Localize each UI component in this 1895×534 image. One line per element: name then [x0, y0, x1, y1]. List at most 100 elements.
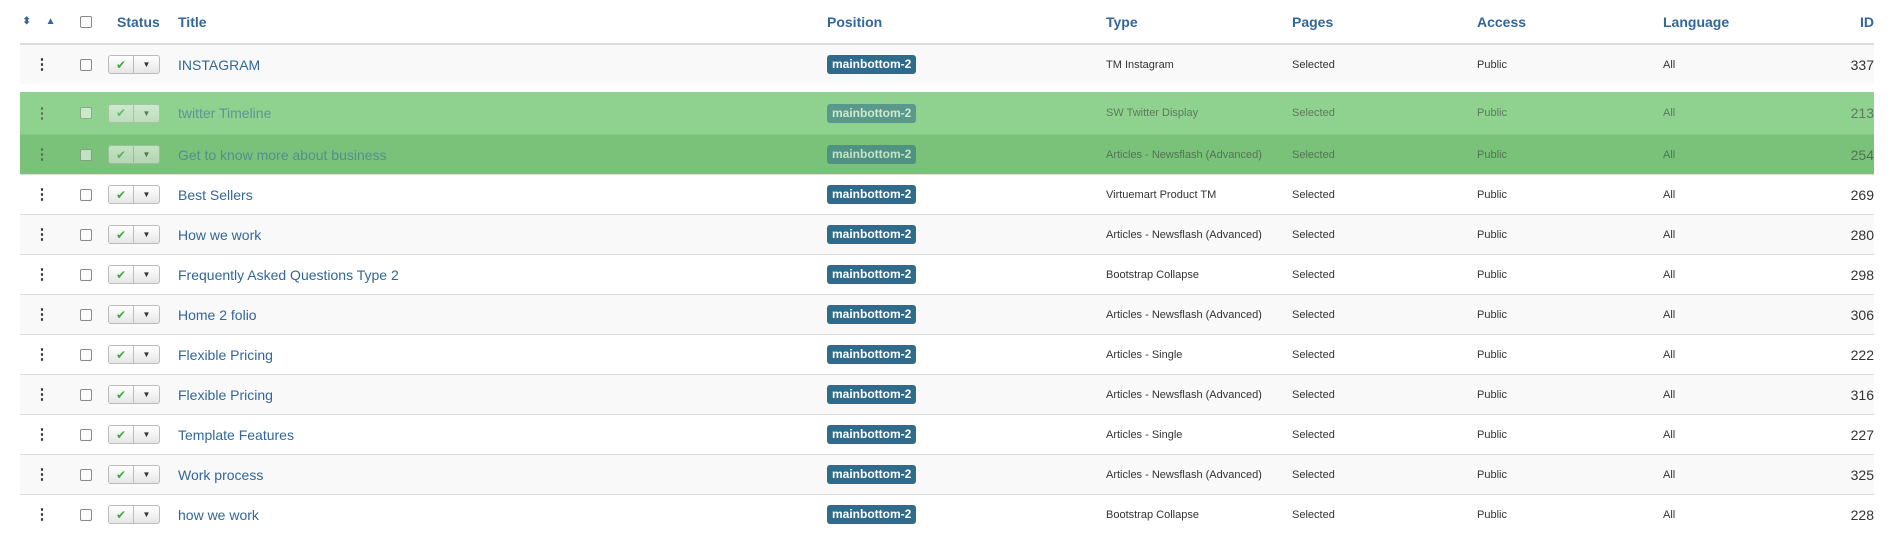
- table-row[interactable]: ⋮ ✔ ▼ Template Features mainbottom-2 Art…: [20, 414, 1874, 454]
- row-checkbox-cell[interactable]: [72, 45, 100, 84]
- drag-handle-cell[interactable]: ⋮: [20, 495, 64, 534]
- row-checkbox[interactable]: [80, 468, 92, 481]
- table-row[interactable]: ⋮ ✔ ▼ Get to know more about business ma…: [20, 134, 1874, 174]
- published-toggle-button[interactable]: ✔: [108, 345, 134, 364]
- header-access[interactable]: Access: [1477, 0, 1657, 43]
- published-toggle-button[interactable]: ✔: [108, 425, 134, 444]
- module-title-link[interactable]: Work process: [178, 467, 263, 483]
- table-row[interactable]: ⋮ ✔ ▼ twitter Timeline mainbottom-2 SW T…: [20, 92, 1874, 134]
- drag-handle-cell[interactable]: ⋮: [20, 215, 64, 254]
- drag-handle-icon[interactable]: ⋮: [35, 387, 50, 402]
- table-row[interactable]: ⋮ ✔ ▼ How we work mainbottom-2 Articles …: [20, 214, 1874, 254]
- actions-dropdown-button[interactable]: ▼: [134, 385, 160, 404]
- row-checkbox-cell[interactable]: [72, 495, 100, 534]
- row-checkbox-cell[interactable]: [72, 455, 100, 494]
- actions-dropdown-button[interactable]: ▼: [134, 185, 160, 204]
- actions-dropdown-button[interactable]: ▼: [134, 265, 160, 284]
- module-title-link[interactable]: how we work: [178, 507, 259, 523]
- published-toggle-button[interactable]: ✔: [108, 185, 134, 204]
- row-checkbox[interactable]: [80, 148, 92, 161]
- row-checkbox[interactable]: [80, 107, 92, 119]
- row-checkbox-cell[interactable]: [72, 375, 100, 414]
- row-checkbox-cell[interactable]: [72, 295, 100, 334]
- actions-dropdown-button[interactable]: ▼: [134, 305, 160, 324]
- header-id[interactable]: ID: [1800, 0, 1874, 43]
- published-toggle-button[interactable]: ✔: [108, 305, 134, 324]
- drag-handle-cell[interactable]: ⋮: [20, 415, 64, 454]
- drag-handle-cell[interactable]: ⋮: [20, 375, 64, 414]
- row-checkbox[interactable]: [80, 348, 92, 361]
- drag-handle-icon[interactable]: ⋮: [35, 106, 50, 121]
- module-title-link[interactable]: Flexible Pricing: [178, 387, 273, 403]
- drag-handle-cell[interactable]: ⋮: [20, 335, 64, 374]
- published-toggle-button[interactable]: ✔: [108, 225, 134, 244]
- drag-handle-icon[interactable]: ⋮: [35, 307, 50, 322]
- module-title-link[interactable]: How we work: [178, 227, 261, 243]
- select-all-checkbox[interactable]: [80, 15, 92, 28]
- header-position[interactable]: Position: [827, 0, 1087, 43]
- published-toggle-button[interactable]: ✔: [108, 385, 134, 404]
- row-checkbox-cell[interactable]: [72, 415, 100, 454]
- drag-handle-icon[interactable]: ⋮: [35, 187, 50, 202]
- row-checkbox-cell[interactable]: [72, 215, 100, 254]
- drag-handle-cell[interactable]: ⋮: [20, 295, 64, 334]
- header-pages[interactable]: Pages: [1292, 0, 1472, 43]
- drag-handle-icon[interactable]: ⋮: [35, 147, 50, 162]
- drag-handle-cell[interactable]: ⋮: [20, 92, 64, 134]
- published-toggle-button[interactable]: ✔: [108, 55, 134, 74]
- module-title-link[interactable]: Get to know more about business: [178, 147, 387, 163]
- actions-dropdown-button[interactable]: ▼: [134, 55, 160, 74]
- module-title-link[interactable]: Best Sellers: [178, 187, 253, 203]
- table-row[interactable]: ⋮ ✔ ▼ Home 2 folio mainbottom-2 Articles…: [20, 294, 1874, 334]
- actions-dropdown-button[interactable]: ▼: [134, 345, 160, 364]
- published-toggle-button[interactable]: ✔: [108, 465, 134, 484]
- drag-handle-cell[interactable]: ⋮: [20, 255, 64, 294]
- row-checkbox-cell[interactable]: [72, 92, 100, 134]
- module-title-link[interactable]: twitter Timeline: [178, 105, 271, 121]
- table-row[interactable]: ⋮ ✔ ▼ how we work mainbottom-2 Bootstrap…: [20, 494, 1874, 534]
- drag-handle-icon[interactable]: ⋮: [35, 227, 50, 242]
- module-title-link[interactable]: Template Features: [178, 427, 294, 443]
- sort-icon[interactable]: ⬍ ▲: [22, 16, 61, 27]
- row-checkbox-cell[interactable]: [72, 255, 100, 294]
- published-toggle-button[interactable]: ✔: [108, 103, 134, 123]
- drag-handle-icon[interactable]: ⋮: [35, 507, 50, 522]
- select-all-checkbox-cell[interactable]: [72, 0, 100, 43]
- ordering-sort-header[interactable]: ⬍ ▲: [20, 0, 64, 43]
- module-title-link[interactable]: Frequently Asked Questions Type 2: [178, 267, 399, 283]
- drag-handle-icon[interactable]: ⋮: [35, 467, 50, 482]
- row-checkbox[interactable]: [80, 228, 92, 241]
- drag-handle-icon[interactable]: ⋮: [35, 57, 50, 72]
- row-checkbox[interactable]: [80, 428, 92, 441]
- row-checkbox[interactable]: [80, 508, 92, 521]
- header-title[interactable]: Title: [178, 0, 818, 43]
- module-title-link[interactable]: INSTAGRAM: [178, 57, 260, 73]
- actions-dropdown-button[interactable]: ▼: [134, 465, 160, 484]
- actions-dropdown-button[interactable]: ▼: [134, 103, 160, 123]
- table-row[interactable]: ⋮ ✔ ▼ Frequently Asked Questions Type 2 …: [20, 254, 1874, 294]
- table-row[interactable]: ⋮ ✔ ▼ Flexible Pricing mainbottom-2 Arti…: [20, 334, 1874, 374]
- row-checkbox[interactable]: [80, 58, 92, 71]
- table-row[interactable]: ⋮ ✔ ▼ INSTAGRAM mainbottom-2 TM Instagra…: [20, 44, 1874, 84]
- actions-dropdown-button[interactable]: ▼: [134, 225, 160, 244]
- published-toggle-button[interactable]: ✔: [108, 265, 134, 284]
- row-checkbox-cell[interactable]: [72, 135, 100, 174]
- module-title-link[interactable]: Home 2 folio: [178, 307, 257, 323]
- drag-handle-cell[interactable]: ⋮: [20, 135, 64, 174]
- row-checkbox[interactable]: [80, 308, 92, 321]
- published-toggle-button[interactable]: ✔: [108, 505, 134, 524]
- row-checkbox[interactable]: [80, 388, 92, 401]
- published-toggle-button[interactable]: ✔: [108, 145, 134, 164]
- actions-dropdown-button[interactable]: ▼: [134, 425, 160, 444]
- actions-dropdown-button[interactable]: ▼: [134, 145, 160, 164]
- table-row[interactable]: ⋮ ✔ ▼ Best Sellers mainbottom-2 Virtuema…: [20, 174, 1874, 214]
- row-checkbox-cell[interactable]: [72, 175, 100, 214]
- table-row[interactable]: ⋮ ✔ ▼ Flexible Pricing mainbottom-2 Arti…: [20, 374, 1874, 414]
- module-title-link[interactable]: Flexible Pricing: [178, 347, 273, 363]
- row-checkbox-cell[interactable]: [72, 335, 100, 374]
- actions-dropdown-button[interactable]: ▼: [134, 505, 160, 524]
- drag-handle-icon[interactable]: ⋮: [35, 347, 50, 362]
- drag-handle-cell[interactable]: ⋮: [20, 455, 64, 494]
- drag-handle-cell[interactable]: ⋮: [20, 45, 64, 84]
- row-checkbox[interactable]: [80, 268, 92, 281]
